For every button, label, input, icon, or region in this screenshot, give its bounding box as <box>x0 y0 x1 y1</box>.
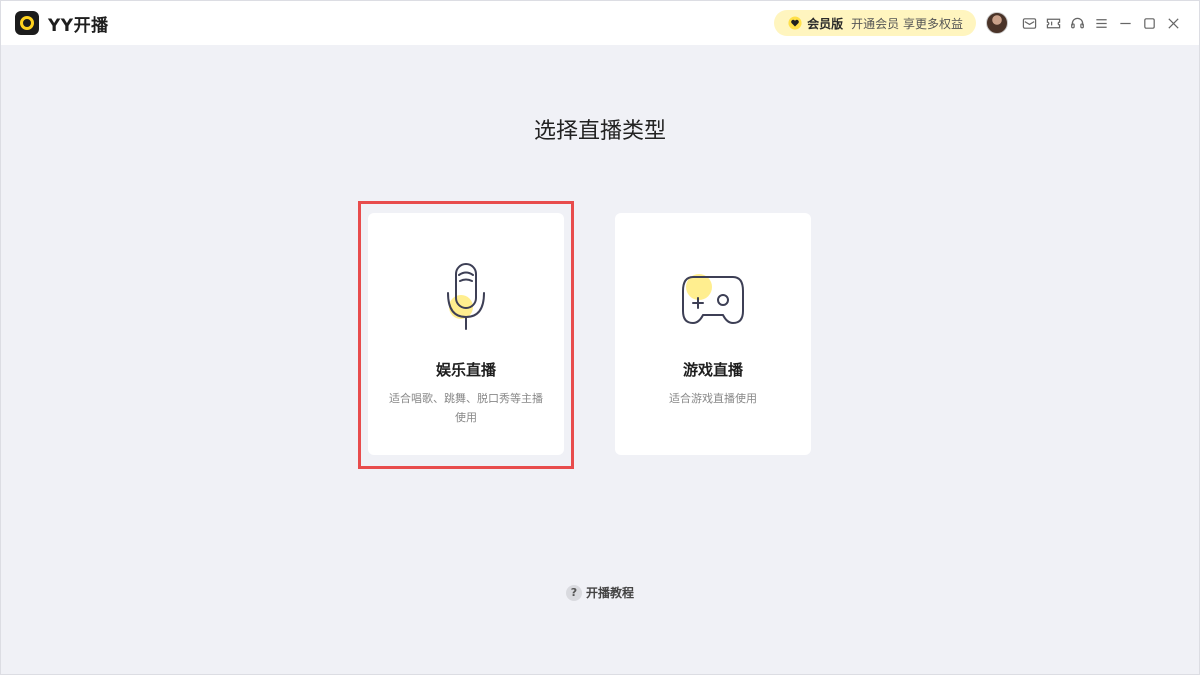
card-icon-wrap <box>368 261 564 333</box>
page-title: 选择直播类型 <box>533 119 666 144</box>
avatar[interactable] <box>986 12 1008 34</box>
close-button[interactable] <box>1161 11 1185 35</box>
title-bar-controls: 会员版 开通会员 享更多权益 <box>774 1 1185 45</box>
game-live-card[interactable]: 游戏直播 适合游戏直播使用 <box>615 213 811 455</box>
vip-heart-icon <box>788 16 802 30</box>
card-title: 游戏直播 <box>682 361 743 379</box>
card-title: 娱乐直播 <box>435 361 496 379</box>
entertainment-live-card[interactable]: 娱乐直播 适合唱歌、跳舞、脱口秀等主播使用 <box>368 213 564 455</box>
headset-icon <box>1070 17 1084 28</box>
minimize-icon <box>1119 22 1131 24</box>
brand: YY开播 <box>15 11 109 36</box>
card-icon-wrap <box>615 271 811 331</box>
app-window: YY开播 会员版 开通会员 享更多权益 选择直播类型 娱乐直播 适合唱歌、跳舞、… <box>0 0 1200 675</box>
close-icon <box>1167 17 1179 29</box>
card-description: 适合游戏直播使用 <box>669 392 757 405</box>
vip-label: 会员版 <box>807 16 844 31</box>
menu-icon <box>1095 18 1107 28</box>
mail-button[interactable] <box>1017 11 1041 35</box>
ticket-button[interactable] <box>1041 11 1065 35</box>
support-button[interactable] <box>1065 11 1089 35</box>
gamepad-icon <box>682 274 744 324</box>
yy-logo-icon <box>15 11 39 35</box>
maximize-icon <box>1143 17 1155 29</box>
mail-icon <box>1022 17 1036 29</box>
tutorial-label: 开播教程 <box>585 586 634 600</box>
vip-promo-text: 开通会员 享更多权益 <box>851 16 963 31</box>
app-name: YY开播 <box>48 15 109 36</box>
maximize-button[interactable] <box>1137 11 1161 35</box>
minimize-button[interactable] <box>1113 11 1137 35</box>
help-row: ? 开播教程 <box>1 584 1199 601</box>
streaming-tutorial-link[interactable]: ? 开播教程 <box>565 584 634 601</box>
menu-button[interactable] <box>1089 11 1113 35</box>
card-description: 适合唱歌、跳舞、脱口秀等主播使用 <box>389 392 543 424</box>
vip-banner-button[interactable]: 会员版 开通会员 享更多权益 <box>774 10 976 36</box>
question-icon: ? <box>565 584 582 601</box>
microphone-icon <box>447 263 485 330</box>
title-bar: YY开播 会员版 开通会员 享更多权益 <box>1 1 1199 45</box>
ticket-icon <box>1046 18 1060 28</box>
